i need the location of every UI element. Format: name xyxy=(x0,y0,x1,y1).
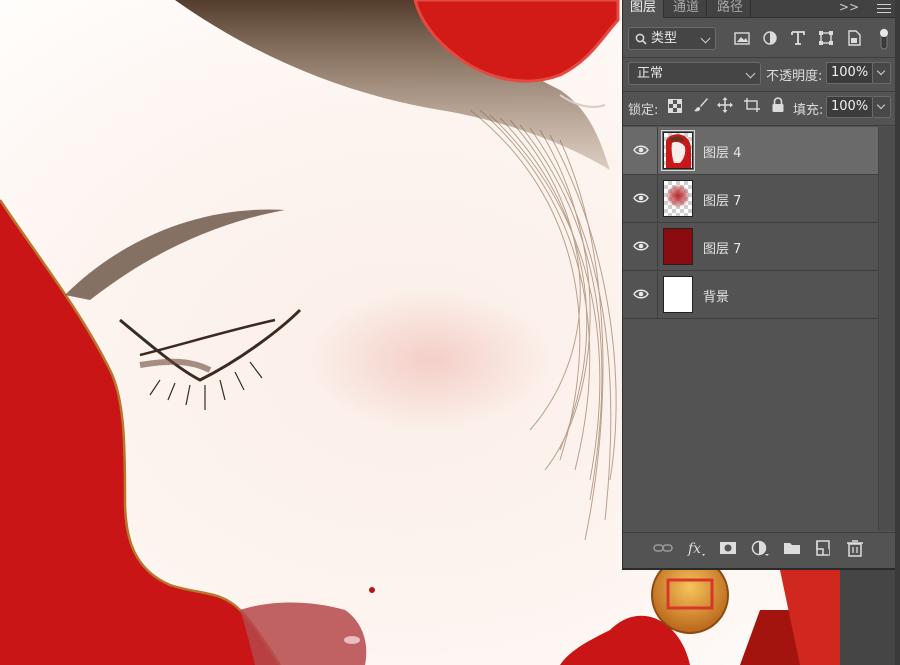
lock-all-icon[interactable] xyxy=(771,97,785,113)
tab-layers[interactable]: 图层 xyxy=(623,0,665,18)
filter-kind-label: 类型 xyxy=(651,31,678,46)
layers-list: 图层 4 图层 7 图层 7 背景 xyxy=(623,127,895,319)
link-layers-icon[interactable] xyxy=(653,539,673,557)
filter-shape-icon[interactable] xyxy=(817,29,835,47)
chevron-down-icon xyxy=(745,68,756,79)
lock-image-pixels-brush-icon[interactable] xyxy=(693,97,709,113)
layer-name[interactable]: 图层 4 xyxy=(703,142,741,161)
visibility-eye-icon[interactable] xyxy=(633,144,649,156)
panel-menu-icon[interactable] xyxy=(877,1,891,15)
blend-mode-value: 正常 xyxy=(637,66,664,81)
filter-type-layer-icon[interactable] xyxy=(789,29,807,47)
filter-pixel-image-icon[interactable] xyxy=(733,29,751,47)
panel-tab-bar: 图层 通道 路径 >> xyxy=(623,0,895,18)
layer-row[interactable]: 图层 7 xyxy=(623,175,878,223)
filter-smart-object-icon[interactable] xyxy=(845,29,863,47)
tab-paths[interactable]: 路径 xyxy=(710,0,752,17)
filter-toggle-switch[interactable] xyxy=(878,27,890,51)
layer-thumbnail-white xyxy=(663,276,693,313)
layers-scrollbar[interactable] xyxy=(878,127,895,531)
add-layer-mask-icon[interactable] xyxy=(718,539,738,557)
opacity-label: 不透明度: xyxy=(766,69,823,84)
lock-position-move-icon[interactable] xyxy=(717,97,733,113)
lock-artboard-icon[interactable] xyxy=(744,97,760,113)
new-layer-icon[interactable] xyxy=(813,539,833,557)
layer-name[interactable]: 图层 7 xyxy=(703,238,741,257)
filter-kind-dropdown[interactable]: 类型 xyxy=(628,27,716,50)
layer-thumbnail-soft-red xyxy=(663,180,693,217)
fill-label: 填充: xyxy=(793,103,824,118)
workspace-edge xyxy=(895,0,900,665)
collapse-arrows-icon[interactable]: >> xyxy=(839,0,859,15)
layer-row[interactable]: 图层 4 xyxy=(623,127,878,175)
svg-text:fx: fx xyxy=(687,541,701,557)
lock-label: 锁定: xyxy=(628,103,659,118)
fill-input[interactable]: 100% xyxy=(826,96,873,118)
opacity-input[interactable]: 100% xyxy=(826,62,873,84)
layer-thumbnail-dark-red xyxy=(663,228,693,265)
filter-adjustment-icon[interactable] xyxy=(761,29,779,47)
layer-name[interactable]: 图层 7 xyxy=(703,190,741,209)
chevron-down-icon xyxy=(700,33,711,44)
layers-panel: 图层 通道 路径 >> 类型 正常 不透明度: 100% 锁定: 填充: 100… xyxy=(622,0,895,570)
new-group-folder-icon[interactable] xyxy=(782,539,802,557)
layer-thumbnail-portrait xyxy=(661,130,695,171)
layer-row[interactable]: 背景 xyxy=(623,271,878,319)
visibility-eye-icon[interactable] xyxy=(633,240,649,252)
visibility-eye-icon[interactable] xyxy=(633,192,649,204)
tab-channels[interactable]: 通道 xyxy=(666,0,708,17)
layer-row[interactable]: 图层 7 xyxy=(623,223,878,271)
search-icon xyxy=(635,33,647,45)
delete-layer-trash-icon[interactable] xyxy=(845,539,865,557)
layer-style-fx-icon[interactable]: fx xyxy=(686,539,706,557)
lips xyxy=(240,602,367,665)
layer-name[interactable]: 背景 xyxy=(703,286,729,305)
layers-bottom-toolbar: fx xyxy=(623,532,895,565)
cheek-blush xyxy=(310,290,550,430)
blend-mode-dropdown[interactable]: 正常 xyxy=(628,62,761,85)
fill-chevron-icon[interactable] xyxy=(873,96,891,118)
opacity-chevron-icon[interactable] xyxy=(873,62,891,84)
visibility-eye-icon[interactable] xyxy=(633,288,649,300)
new-adjustment-layer-icon[interactable] xyxy=(750,539,770,557)
lock-transparent-pixels-icon[interactable] xyxy=(668,99,682,113)
